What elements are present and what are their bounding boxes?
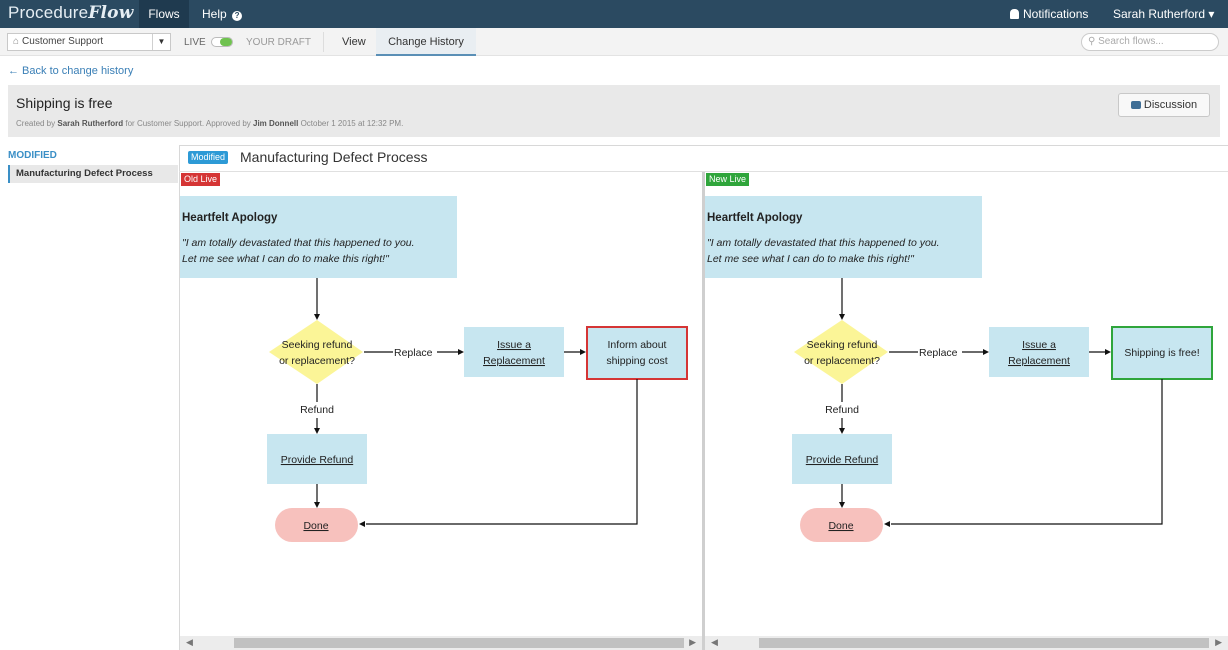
issue-replacement-link[interactable]: Replacement: [483, 355, 545, 367]
arrow-head: [839, 502, 845, 508]
old-live-badge: Old Live: [181, 173, 221, 186]
inform-shipping-text: shipping cost: [606, 355, 667, 367]
apology-text: "I am totally devastated that this happe…: [707, 237, 940, 249]
decision-text: Seeking refund: [807, 339, 878, 351]
new-live-badge: New Live: [706, 173, 750, 186]
apology-title: Heartfelt Apology: [182, 212, 278, 224]
issue-replacement-link[interactable]: Replacement: [1008, 355, 1070, 367]
arrow-head: [458, 349, 464, 355]
decision-text: or replacement?: [279, 355, 355, 367]
process-title: Manufacturing Defect Process: [240, 149, 428, 165]
live-label: LIVE: [184, 37, 206, 48]
change-header: Shipping is free Created by Sarah Ruther…: [8, 85, 1220, 137]
inform-shipping-step[interactable]: [586, 326, 688, 380]
old-horizontal-scrollbar[interactable]: ◀ ▶: [180, 636, 702, 650]
arrow-head: [1105, 349, 1111, 355]
arrow-head: [314, 314, 320, 320]
issue-replacement-step[interactable]: [989, 327, 1089, 377]
chevron-down-icon[interactable]: ▼: [152, 34, 170, 50]
app-logo[interactable]: ProcedureFlow: [8, 3, 134, 23]
discussion-icon: [1130, 101, 1141, 109]
back-to-change-history-link[interactable]: ← Back to change history: [8, 65, 133, 77]
arrow-head: [314, 428, 320, 434]
search-input[interactable]: ⚲ Search flows...: [1081, 33, 1219, 51]
arrow-head: [359, 521, 365, 527]
provide-refund-link[interactable]: Provide Refund: [281, 454, 354, 466]
live-draft-toggle[interactable]: [211, 37, 233, 47]
done-link[interactable]: Done: [828, 520, 853, 532]
apology-text: Let me see what I can do to make this ri…: [707, 253, 915, 265]
issue-replacement-link[interactable]: Issue a: [497, 339, 531, 351]
connector-line: [366, 379, 638, 525]
help-icon: ?: [232, 11, 243, 21]
decision-text: or replacement?: [804, 355, 880, 367]
arrow-head: [314, 502, 320, 508]
old-flowchart: Heartfelt Apology "I am totally devastate…: [180, 196, 688, 542]
draft-label: YOUR DRAFT: [246, 37, 311, 48]
inform-shipping-text: Inform about: [608, 339, 667, 351]
top-nav: ProcedureFlow Flows Help ? Notifications…: [0, 0, 1228, 28]
project-select[interactable]: ⌂ Customer Support ▼: [7, 33, 171, 51]
tab-view[interactable]: View: [342, 36, 366, 48]
arrow-head: [983, 349, 989, 355]
arrow-head: [839, 428, 845, 434]
refund-label: Refund: [300, 404, 334, 416]
old-live-pane: Heartfelt Apology "I am totally devastate…: [180, 172, 702, 650]
new-horizontal-scrollbar[interactable]: ◀ ▶: [705, 636, 1228, 650]
change-meta: Created by Sarah Rutherford for Customer…: [16, 119, 404, 128]
tab-change-history[interactable]: Change History: [376, 28, 476, 56]
provide-refund-link[interactable]: Provide Refund: [806, 454, 879, 466]
arrow-head: [580, 349, 586, 355]
home-icon: ⌂: [13, 36, 20, 47]
replace-label: Replace: [919, 347, 958, 359]
toolbar: ⌂ Customer Support ▼ LIVE YOUR DRAFT View…: [0, 28, 1228, 56]
connector-line: [891, 379, 1163, 525]
notifications-link[interactable]: Notifications: [1010, 0, 1088, 28]
sidebar-item-manufacturing-defect[interactable]: Manufacturing Defect Process: [8, 165, 178, 183]
discussion-button[interactable]: Discussion: [1118, 93, 1210, 117]
replace-label: Replace: [394, 347, 433, 359]
nav-help[interactable]: Help ?: [202, 0, 243, 28]
bell-icon: [1010, 9, 1019, 19]
new-flowchart: Heartfelt Apology "I am totally devastate…: [705, 196, 1213, 542]
decision-node[interactable]: [269, 320, 363, 384]
apology-text: "I am totally devastated that this happe…: [182, 237, 415, 249]
issue-replacement-step[interactable]: [464, 327, 564, 377]
modified-badge: Modified: [188, 151, 229, 164]
refund-label: Refund: [825, 404, 859, 416]
issue-replacement-link[interactable]: Issue a: [1022, 339, 1056, 351]
apology-text: Let me see what I can do to make this ri…: [182, 253, 390, 265]
user-menu[interactable]: Sarah Rutherford ▾: [1113, 0, 1214, 28]
page-title: Shipping is free: [16, 95, 113, 111]
done-link[interactable]: Done: [303, 520, 328, 532]
new-live-pane: Heartfelt Apology "I am totally devastate…: [705, 172, 1228, 650]
shipping-free-text: Shipping is free!: [1124, 347, 1199, 359]
arrow-head: [839, 314, 845, 320]
decision-text: Seeking refund: [282, 339, 353, 351]
search-icon: ⚲: [1088, 36, 1096, 47]
nav-flows[interactable]: Flows: [139, 0, 189, 28]
apology-title: Heartfelt Apology: [707, 212, 803, 224]
sidebar-heading: MODIFIED: [8, 150, 57, 161]
arrow-head: [884, 521, 890, 527]
decision-node[interactable]: [794, 320, 888, 384]
